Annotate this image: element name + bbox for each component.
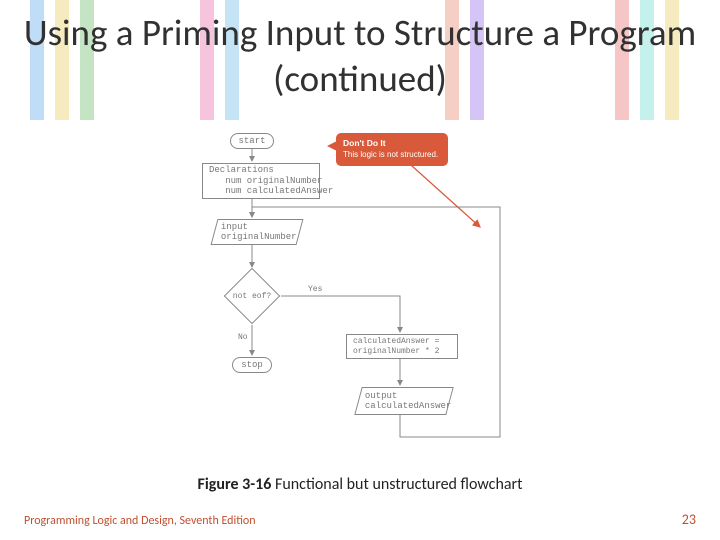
decision-eof: not eof? — [223, 267, 281, 325]
footer-book-title: Programming Logic and Design, Seventh Ed… — [24, 514, 256, 528]
warning-callout-head: Don't Do It — [343, 138, 441, 149]
warning-callout-tail — [327, 141, 337, 151]
io-output-text: output calculatedAnswer — [365, 391, 451, 412]
slide-title: Using a Priming Input to Structure a Pro… — [0, 10, 720, 103]
terminal-start: start — [230, 133, 274, 149]
io-input-text: input originalNumber — [221, 222, 297, 243]
flowchart-figure: start Declarations num originalNumber nu… — [160, 127, 568, 465]
branch-no-label: No — [238, 333, 248, 342]
warning-callout-body: This logic is not structured. — [343, 150, 441, 160]
process-declarations: Declarations num originalNumber num calc… — [202, 163, 320, 199]
figure-caption-text: Functional but unstructured flowchart — [271, 475, 522, 494]
process-calc: calculatedAnswer = originalNumber * 2 — [346, 334, 458, 359]
warning-callout: Don't Do It This logic is not structured… — [336, 133, 448, 166]
branch-yes-label: Yes — [308, 285, 322, 294]
decision-eof-label: not eof? — [223, 267, 281, 325]
terminal-stop: stop — [232, 357, 272, 373]
io-output: output calculatedAnswer — [354, 387, 454, 415]
io-input: input originalNumber — [211, 219, 304, 245]
figure-caption: Figure 3-16 Functional but unstructured … — [0, 475, 720, 494]
figure-caption-number: Figure 3-16 — [198, 475, 272, 494]
footer-page-number: 23 — [682, 511, 696, 528]
